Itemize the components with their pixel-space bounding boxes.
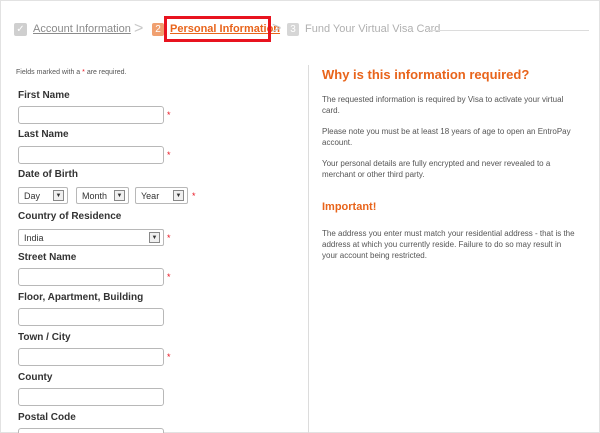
dropdown-arrow-icon[interactable]: ▼ xyxy=(149,232,160,243)
required-mark: * xyxy=(167,272,171,282)
dob-label: Date of Birth xyxy=(18,169,78,180)
important-heading: Important! xyxy=(322,201,377,213)
dob-month-select[interactable]: Month ▼ xyxy=(76,187,129,204)
town-input[interactable] xyxy=(18,348,164,366)
step-label[interactable]: Account Information xyxy=(33,23,131,35)
required-mark: * xyxy=(167,150,171,160)
step-navigation: ✓ Account Information > 2 Personal Infor… xyxy=(1,1,600,57)
required-mark: * xyxy=(167,352,171,362)
step-number: 2 xyxy=(152,22,164,36)
last-name-input[interactable] xyxy=(18,146,164,164)
info-paragraph: Please note you must be at least 18 year… xyxy=(322,127,571,147)
step-number: 3 xyxy=(287,22,299,36)
postal-code-input[interactable] xyxy=(18,428,164,433)
required-mark: * xyxy=(192,191,196,201)
highlight-box xyxy=(164,16,271,42)
step-label: Fund Your Virtual Visa Card xyxy=(305,23,441,35)
required-mark: * xyxy=(167,233,171,243)
last-name-label: Last Name xyxy=(18,129,69,140)
column-divider xyxy=(308,65,309,433)
dropdown-arrow-icon[interactable]: ▼ xyxy=(173,190,184,201)
dropdown-arrow-icon[interactable]: ▼ xyxy=(53,190,64,201)
info-paragraph: The requested information is required by… xyxy=(322,95,564,115)
required-note: Fields marked with a * are required. xyxy=(16,69,127,76)
checkmark-icon: ✓ xyxy=(14,22,27,36)
street-label: Street Name xyxy=(18,252,77,263)
country-label: Country of Residence xyxy=(18,211,122,222)
dob-day-select[interactable]: Day ▼ xyxy=(18,187,68,204)
step-account-information[interactable]: ✓ Account Information xyxy=(14,17,131,41)
first-name-input[interactable] xyxy=(18,106,164,124)
country-select[interactable]: India ▼ xyxy=(18,229,164,246)
first-name-label: First Name xyxy=(18,90,70,101)
town-label: Town / City xyxy=(18,332,71,343)
floor-label: Floor, Apartment, Building xyxy=(18,292,144,303)
dropdown-arrow-icon[interactable]: ▼ xyxy=(114,190,125,201)
county-input[interactable] xyxy=(18,388,164,406)
registration-page: ✓ Account Information > 2 Personal Infor… xyxy=(0,0,600,433)
chevron-right-icon: > xyxy=(134,20,144,37)
divider xyxy=(429,30,589,31)
floor-input[interactable] xyxy=(18,308,164,326)
info-paragraph: The address you enter must match your re… xyxy=(322,229,575,260)
postal-code-label: Postal Code xyxy=(18,412,76,423)
info-paragraph: Your personal details are fully encrypte… xyxy=(322,159,551,179)
street-input[interactable] xyxy=(18,268,164,286)
info-heading: Why is this information required? xyxy=(322,67,530,82)
step-fund-card: 3 Fund Your Virtual Visa Card xyxy=(287,17,440,41)
county-label: County xyxy=(18,372,53,383)
chevron-right-icon: > xyxy=(272,20,282,37)
dob-year-select[interactable]: Year ▼ xyxy=(135,187,188,204)
required-mark: * xyxy=(167,110,171,120)
